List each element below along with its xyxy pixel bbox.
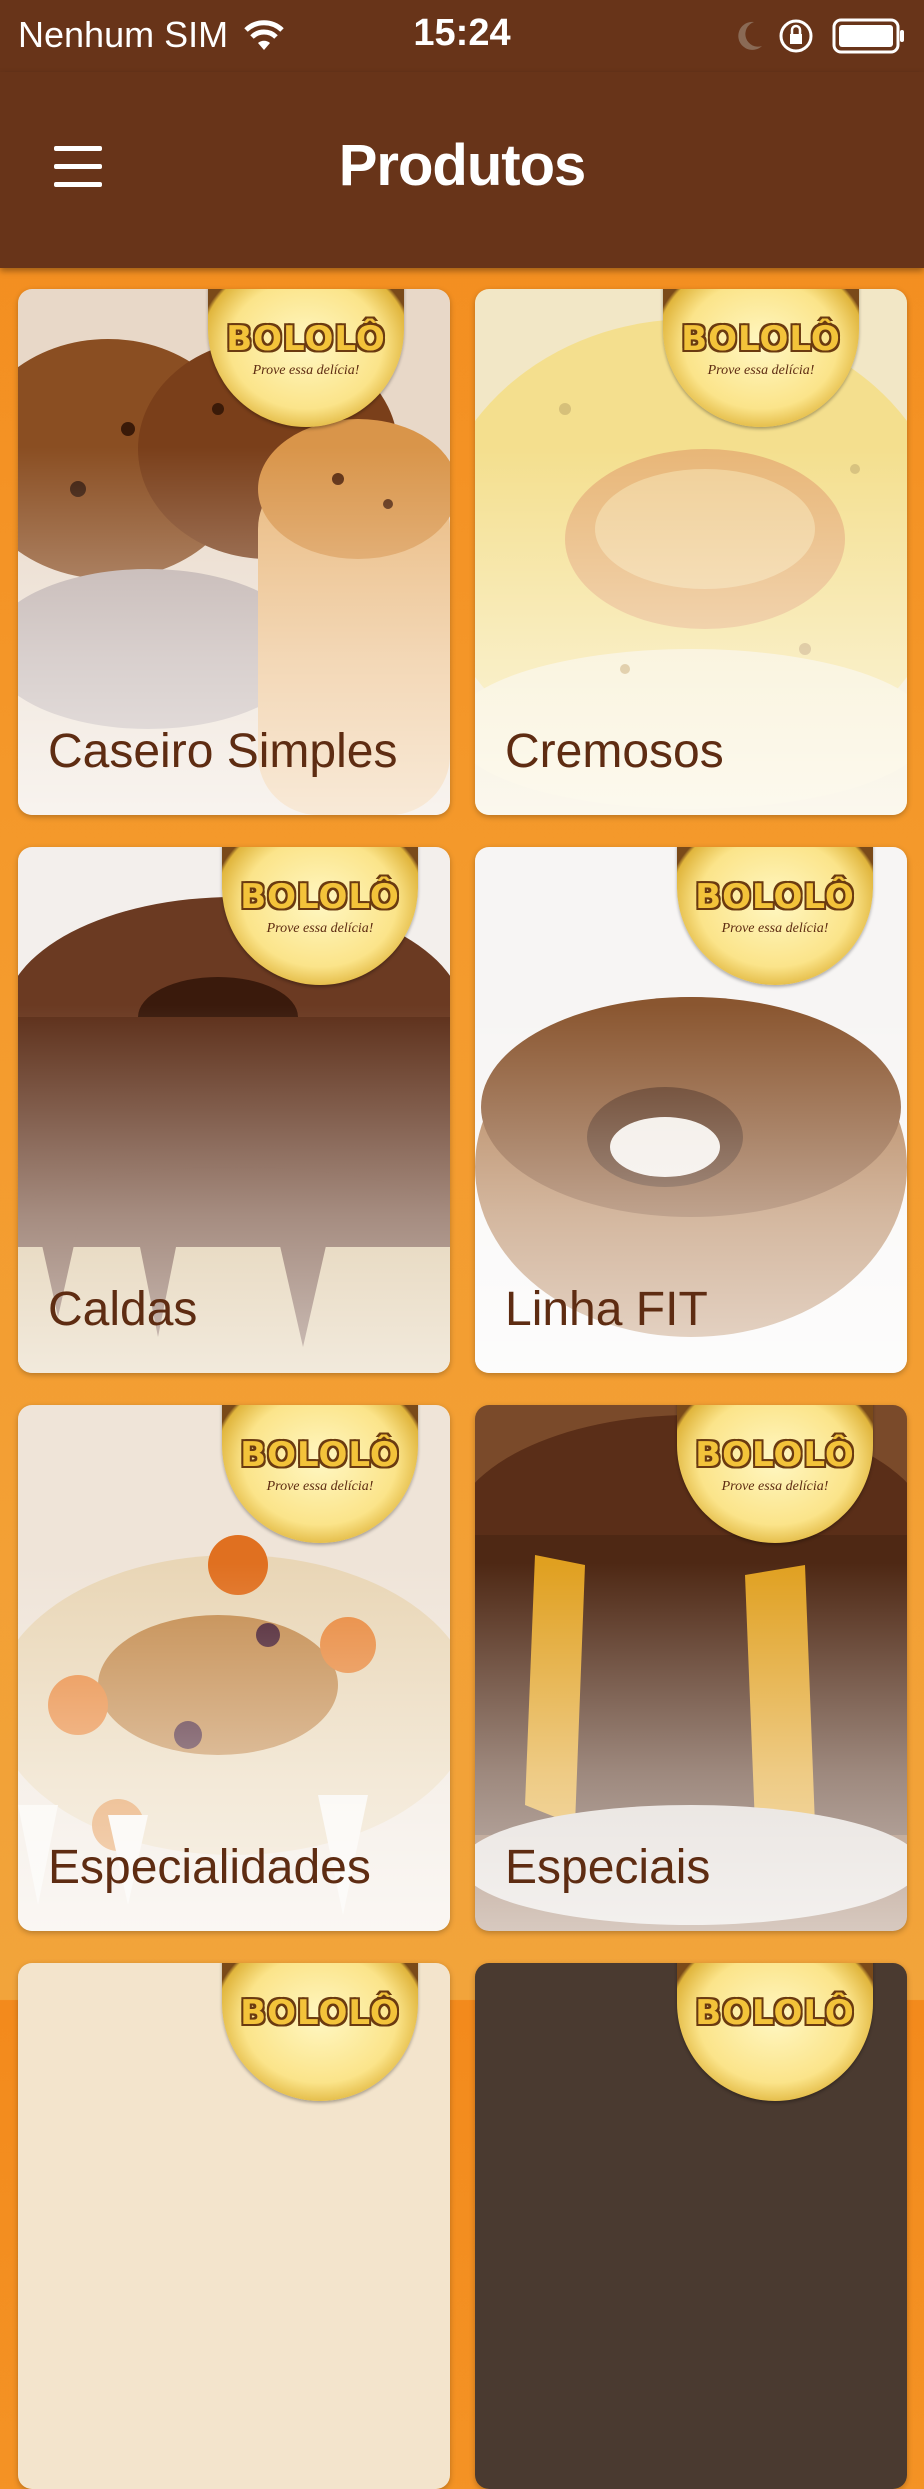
category-card-partial[interactable]: BOLOLÔ <box>18 1963 450 2489</box>
category-card-caldas[interactable]: BOLOLÔ Prove essa delícia! Caldas <box>18 847 450 1373</box>
page-title: Produtos <box>338 133 587 198</box>
battery-icon <box>832 18 904 54</box>
category-card-cremosos[interactable]: BOLOLÔ Prove essa delícia! Cremosos <box>475 289 907 815</box>
category-label: Caldas <box>48 1283 198 1336</box>
category-card-especialidades[interactable]: BOLOLÔ Prove essa delícia! Especialidade… <box>18 1405 450 1931</box>
moon-icon <box>738 21 762 50</box>
status-bar: Nenhum SIM 15:24 <box>0 0 924 72</box>
category-label: Cremosos <box>505 725 724 778</box>
navigation-bar: Produtos <box>0 72 924 268</box>
category-card-linha-fit[interactable]: BOLOLÔ Prove essa delícia! Linha FIT <box>475 847 907 1373</box>
category-card-partial[interactable]: BOLOLÔ <box>475 1963 907 2489</box>
category-label: Especiais <box>505 1841 711 1894</box>
category-card-caseiro-simples[interactable]: BOLOLÔ Prove essa delícia! Caseiro Simpl… <box>18 289 450 815</box>
orientation-lock-icon <box>779 19 813 53</box>
category-label: Linha FIT <box>505 1283 708 1336</box>
category-card-especiais[interactable]: BOLOLÔ Prove essa delícia! Especiais <box>475 1405 907 1931</box>
category-label: Especialidades <box>48 1841 371 1894</box>
category-label: Caseiro Simples <box>48 725 398 778</box>
